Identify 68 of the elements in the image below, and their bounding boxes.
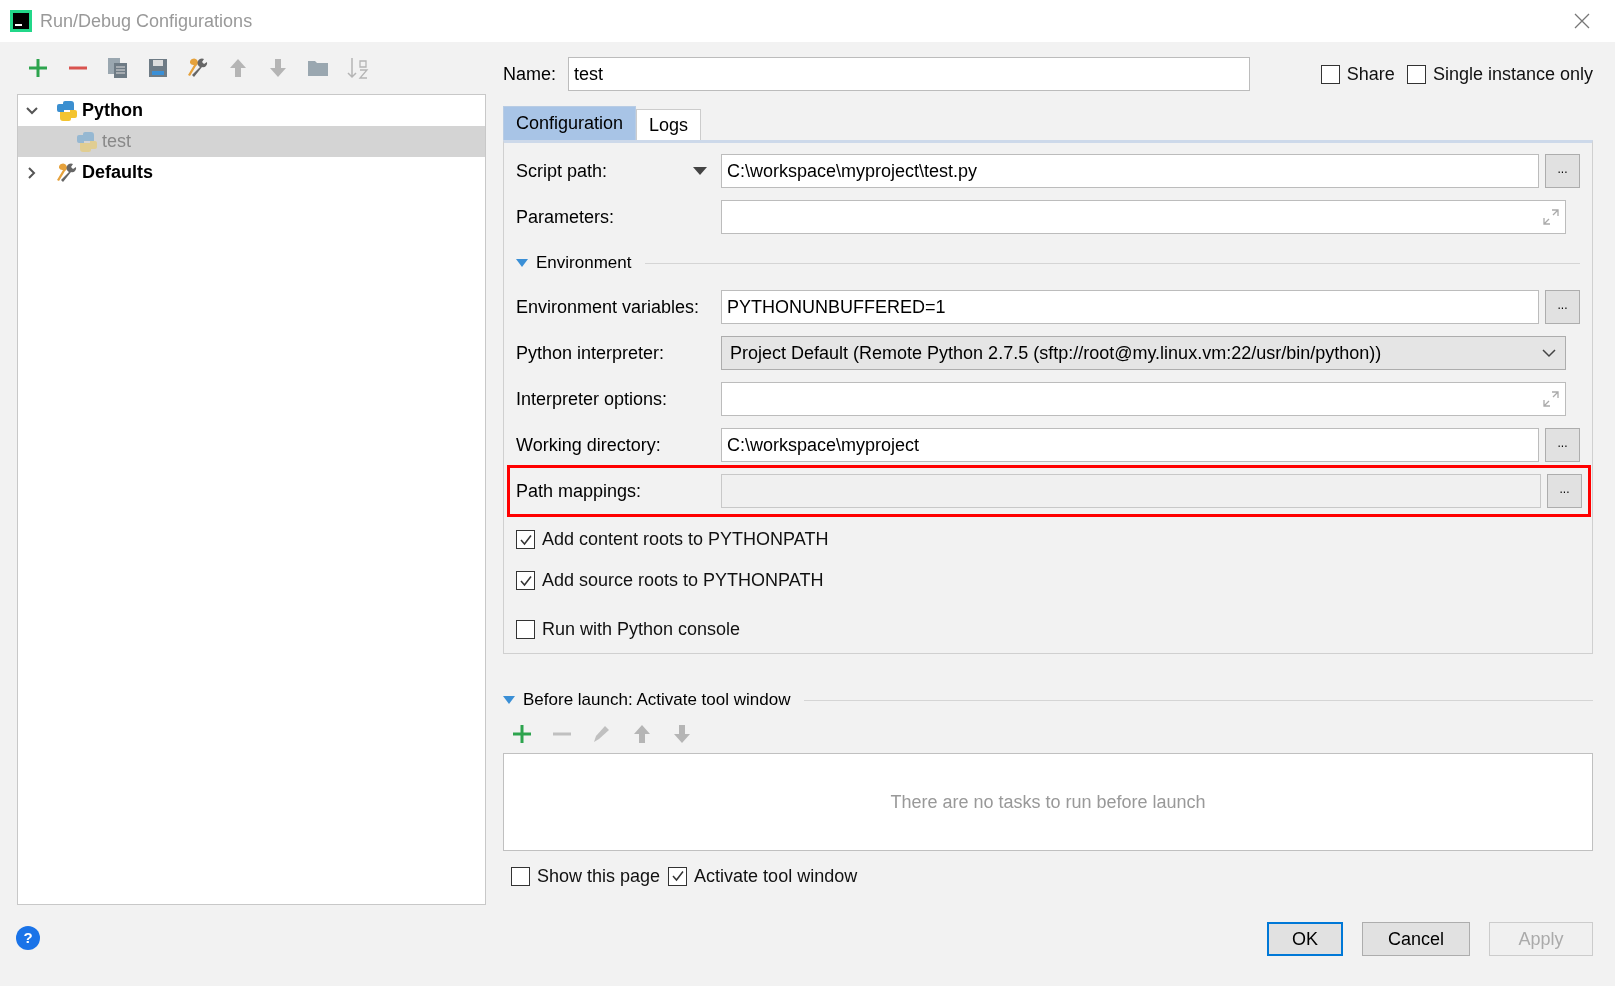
expand-icon[interactable] (1542, 390, 1560, 408)
checkbox[interactable] (516, 571, 535, 590)
input-field[interactable] (721, 474, 1541, 508)
dialog-button[interactable]: OK (1267, 922, 1343, 956)
expand-icon[interactable] (1542, 208, 1560, 226)
section-title: Environment (536, 252, 632, 275)
tree-item[interactable]: Defaults (18, 157, 485, 188)
app-logo-icon (10, 10, 32, 32)
add-icon[interactable] (511, 723, 533, 745)
checkbox-label: Activate tool window (694, 864, 858, 888)
input-field[interactable] (721, 382, 1566, 416)
arrow-down-icon[interactable] (267, 57, 289, 79)
checkbox[interactable] (668, 866, 688, 886)
add-icon[interactable] (27, 57, 49, 79)
help-icon[interactable]: ? (16, 926, 40, 950)
wrench-icon (187, 57, 209, 79)
sort-icon[interactable] (347, 56, 369, 80)
field-label: Environment variables: (516, 295, 700, 319)
triangle-down-icon[interactable] (516, 258, 528, 268)
input-field[interactable]: C:\workspace\myproject\test.py (721, 154, 1539, 188)
arrow-up-icon[interactable] (631, 723, 653, 745)
tab[interactable]: Logs (636, 109, 702, 140)
name-label: Name: (503, 62, 556, 86)
triangle-down-icon[interactable] (503, 695, 515, 705)
copy-icon[interactable] (107, 57, 129, 79)
input-field[interactable]: C:\workspace\myproject (721, 428, 1539, 462)
input-field[interactable]: PYTHONUNBUFFERED=1 (721, 290, 1539, 324)
field-label: Script path: (516, 159, 608, 183)
wrench-icon (56, 161, 78, 184)
checkbox[interactable] (516, 620, 535, 639)
checkbox-label: Single instance only (1432, 62, 1593, 86)
field-label: Path mappings: (516, 479, 642, 503)
empty-message: There are no tasks to run before launch (890, 790, 1206, 814)
name-field[interactable]: test (568, 57, 1250, 91)
checkbox-label: Run with Python console (542, 618, 741, 641)
checkbox[interactable] (516, 530, 535, 549)
save-icon[interactable] (147, 57, 169, 79)
checkbox-label: Add source roots to PYTHONPATH (542, 569, 824, 592)
tree-item[interactable]: Python (18, 95, 485, 126)
window-title: Run/Debug Configurations (40, 9, 254, 33)
browse-button[interactable]: ... (1547, 474, 1582, 508)
field-label: Parameters: (516, 205, 615, 229)
field-label: Interpreter options: (516, 387, 668, 411)
input-field[interactable] (721, 200, 1566, 234)
checkbox-label: Add content roots to PYTHONPATH (542, 528, 829, 551)
checkbox-label: Share (1346, 62, 1395, 86)
checkbox[interactable] (511, 866, 530, 886)
tree-item-label: Defaults (82, 161, 153, 184)
arrow-up-icon[interactable] (227, 57, 249, 79)
arrow-down-icon[interactable] (671, 723, 693, 745)
checkbox[interactable] (1406, 64, 1426, 84)
python-icon (76, 130, 98, 153)
dialog-button[interactable]: Cancel (1362, 922, 1470, 956)
section-title: Before launch: Activate tool window (523, 689, 791, 712)
field-label: Working directory: (516, 433, 661, 457)
browse-button[interactable]: ... (1545, 428, 1580, 462)
interpreter-dropdown[interactable]: Project Default (Remote Python 2.7.5 (sftp://root@my.linux.vm:22/usr/bin/python)) (721, 336, 1566, 370)
field-label: Python interpreter: (516, 341, 665, 365)
tree-item-label: test (102, 130, 131, 153)
checkbox-label: Show this page (537, 864, 661, 888)
browse-button[interactable]: ... (1545, 290, 1580, 324)
checkbox[interactable] (1320, 64, 1340, 84)
tree-item-label: Python (82, 99, 143, 122)
close-icon[interactable] (1573, 12, 1591, 30)
dropdown-arrow-icon[interactable] (693, 166, 707, 176)
browse-button[interactable]: ... (1545, 154, 1580, 188)
python-icon (56, 99, 78, 122)
tab[interactable]: Configuration (503, 106, 637, 140)
